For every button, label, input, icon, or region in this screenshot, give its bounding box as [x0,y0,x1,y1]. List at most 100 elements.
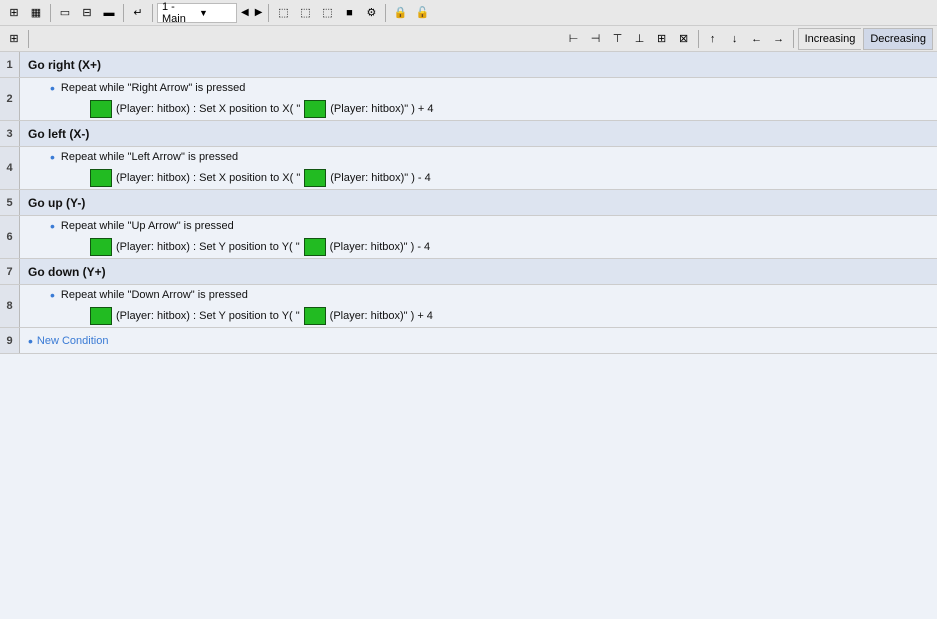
grid-large-icon[interactable]: ▦ [26,3,46,23]
object-icon-2 [304,238,326,256]
table-row: 3 Go left (X-) [0,121,937,147]
increasing-button[interactable]: Increasing [798,28,862,50]
separator-6 [28,30,29,48]
table-row: 8 • Repeat while "Down Arrow" is pressed… [0,285,937,328]
object-icon-1 [90,238,112,256]
table-row: 4 • Repeat while "Left Arrow" is pressed… [0,147,937,190]
separator-1 [50,4,51,22]
action-text-after: (Player: hitbox)" ) - 4 [330,241,431,253]
group-header[interactable]: Go left (X-) [20,121,937,146]
condition-text: Repeat while "Up Arrow" is pressed [61,220,234,232]
separator-8 [793,30,794,48]
group-label: Go right (X+) [28,58,101,72]
action-row[interactable]: (Player: hitbox) : Set Y position to Y( … [20,305,937,327]
group-header[interactable]: Go up (Y-) [20,190,937,215]
hook-icon[interactable]: ↵ [128,3,148,23]
action-text-after: (Player: hitbox)" ) + 4 [330,310,433,322]
table-row: 9 • New Condition [0,328,937,354]
new-condition-label: New Condition [37,335,109,347]
table-row: 2 • Repeat while "Right Arrow" is presse… [0,78,937,121]
align-icon-4[interactable]: ⊥ [630,29,650,49]
action-text-before: (Player: hitbox) : Set Y position to Y( … [116,310,300,322]
table-icon[interactable]: ⊞ [4,29,24,49]
align-icon-5[interactable]: ⊞ [652,29,672,49]
grid-small-icon[interactable]: ⊞ [4,3,24,23]
object-icon-1 [90,307,112,325]
row-number: 8 [0,285,20,327]
bullet-icon: • [50,218,55,234]
panel-left-icon[interactable]: ▭ [55,3,75,23]
group-label: Go down (Y+) [28,265,106,279]
object-icon-2 [304,100,326,118]
row-number: 2 [0,78,20,120]
object-icon-2 [304,307,326,325]
object-icon-1 [90,100,112,118]
group-header[interactable]: Go right (X+) [20,52,937,77]
separator-4 [268,4,269,22]
condition-row[interactable]: • Repeat while "Up Arrow" is pressed [20,216,937,236]
align-icon-1[interactable]: ⊢ [564,29,584,49]
new-condition-row[interactable]: • New Condition [20,328,937,353]
action-row[interactable]: (Player: hitbox) : Set X position to X( … [20,98,937,120]
align-icon-3[interactable]: ⊤ [608,29,628,49]
panel-grid-icon[interactable]: ⊟ [77,3,97,23]
condition-text: Repeat while "Down Arrow" is pressed [61,289,248,301]
bullet-icon: • [50,149,55,165]
action-text-before: (Player: hitbox) : Set X position to X( … [116,172,300,184]
decreasing-button[interactable]: Decreasing [863,28,933,50]
nav-prev[interactable]: ◀ [239,7,251,18]
subevent-add-icon[interactable]: ⬚ [295,3,315,23]
condition-row[interactable]: • Repeat while "Down Arrow" is pressed [20,285,937,305]
nav-next[interactable]: ▶ [253,7,265,18]
group-label: Go up (Y-) [28,196,85,210]
global-add-icon[interactable]: ⬚ [317,3,337,23]
action-row[interactable]: (Player: hitbox) : Set X position to X( … [20,167,937,189]
dropdown-arrow: ▼ [199,8,232,18]
separator-3 [152,4,153,22]
group-label: Go left (X-) [28,127,89,141]
table-row: 1 Go right (X+) [0,52,937,78]
lock-icon[interactable]: 🔒 [390,3,410,23]
separator-5 [385,4,386,22]
table-row: 7 Go down (Y+) [0,259,937,285]
lock2-icon[interactable]: 🔓 [412,3,432,23]
action-text-before: (Player: hitbox) : Set Y position to Y( … [116,241,300,253]
row-number: 7 [0,259,20,284]
align-icon-2[interactable]: ⊣ [586,29,606,49]
object-icon-1 [90,169,112,187]
event-add-icon[interactable]: ⬚ [273,3,293,23]
panel-right-icon[interactable]: ▬ [99,3,119,23]
action-text-after: (Player: hitbox)" ) - 4 [330,172,431,184]
dropdown-label: 1 - Main [162,1,195,25]
condition-text: Repeat while "Left Arrow" is pressed [61,151,238,163]
bullet-icon: • [50,287,55,303]
row-number: 5 [0,190,20,215]
condition-text: Repeat while "Right Arrow" is pressed [61,82,246,94]
more-icon[interactable]: ⚙ [361,3,381,23]
align-icon-6[interactable]: ⊠ [674,29,694,49]
group-header[interactable]: Go down (Y+) [20,259,937,284]
condition-row[interactable]: • Repeat while "Right Arrow" is pressed [20,78,937,98]
bullet-icon: • [28,333,33,349]
action-row[interactable]: (Player: hitbox) : Set Y position to Y( … [20,236,937,258]
toolbar-1: ⊞ ▦ ▭ ⊟ ▬ ↵ 1 - Main ▼ ◀ ▶ ⬚ ⬚ ⬚ ■ ⚙ 🔒 🔓 [0,0,937,26]
separator-7 [698,30,699,48]
event-sheet-content: 1 Go right (X+) 2 • Repeat while "Right … [0,52,937,619]
move-icon-2[interactable]: ↓ [725,29,745,49]
move-icon-3[interactable]: ← [747,29,767,49]
object-icon-2 [304,169,326,187]
main-dropdown[interactable]: 1 - Main ▼ [157,3,237,23]
table-row: 5 Go up (Y-) [0,190,937,216]
toolbar-2: ⊞ ⊢ ⊣ ⊤ ⊥ ⊞ ⊠ ↑ ↓ ← → Increasing Decreas… [0,26,937,52]
bullet-icon: • [50,80,55,96]
row-number: 6 [0,216,20,258]
condition-row[interactable]: • Repeat while "Left Arrow" is pressed [20,147,937,167]
action-text-after: (Player: hitbox)" ) + 4 [330,103,433,115]
action-text-before: (Player: hitbox) : Set X position to X( … [116,103,300,115]
move-icon-4[interactable]: → [769,29,789,49]
stop-icon[interactable]: ■ [339,3,359,23]
row-number: 1 [0,52,20,77]
move-icon-1[interactable]: ↑ [703,29,723,49]
row-number: 3 [0,121,20,146]
separator-2 [123,4,124,22]
